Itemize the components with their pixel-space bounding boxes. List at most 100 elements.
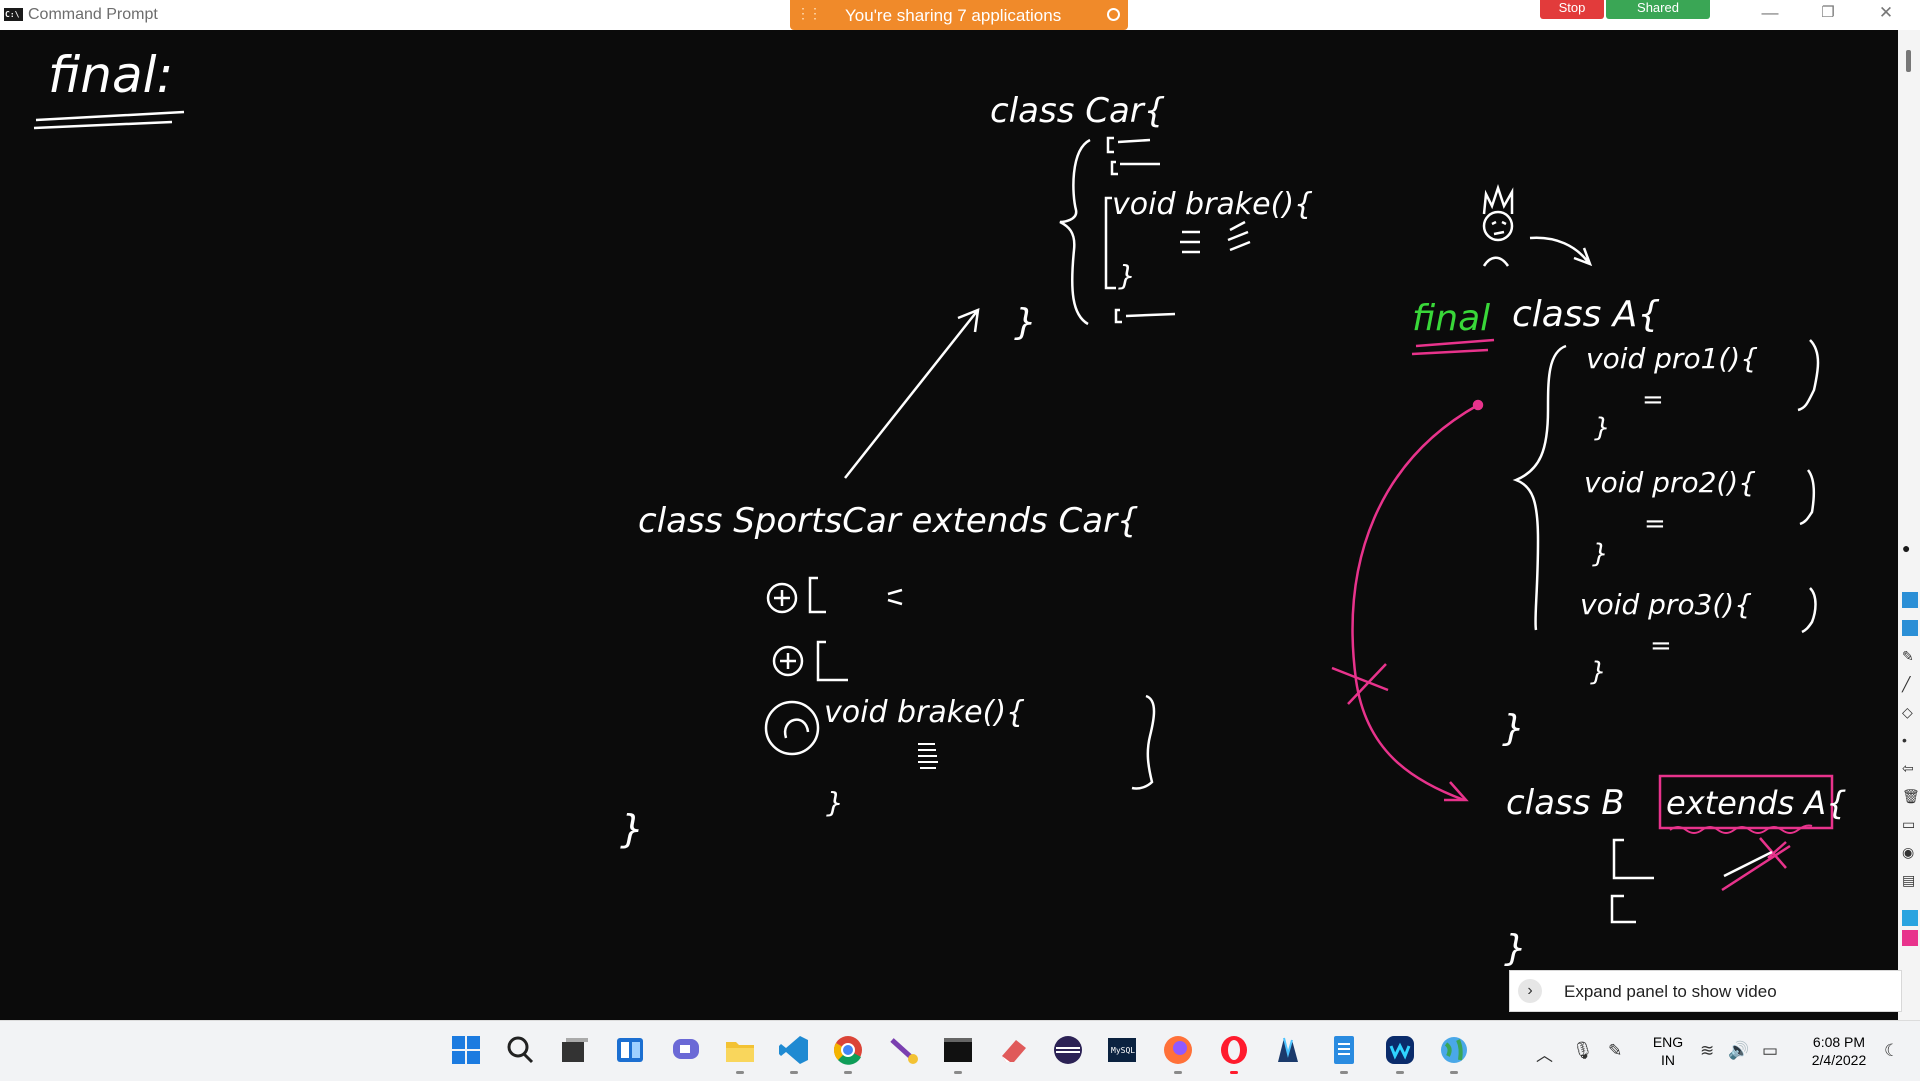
- color-pink-swatch[interactable]: [1902, 930, 1918, 946]
- clock-time: 6:08 PM: [1812, 1034, 1866, 1050]
- camera-icon[interactable]: ◉: [1902, 844, 1918, 860]
- override-arrow: [783, 718, 810, 739]
- title-bar: C:\ Command Prompt ⋮⋮ You're sharing 7 a…: [0, 0, 1920, 30]
- class-b-close: }: [1504, 928, 1527, 969]
- screen-icon[interactable]: ▭: [1902, 816, 1918, 832]
- car-method-body: [1180, 220, 1251, 254]
- trash-icon[interactable]: 🗑: [1902, 788, 1920, 804]
- vscode-icon[interactable]: [776, 1032, 812, 1074]
- sportscar-field-2: [816, 640, 848, 682]
- running-indicator: [1340, 1071, 1348, 1074]
- final-class-header: class A{: [1512, 294, 1660, 335]
- sharing-banner[interactable]: ⋮⋮ You're sharing 7 applications: [790, 0, 1128, 30]
- color-blue-swatch[interactable]: [1902, 910, 1918, 926]
- eraser-icon[interactable]: ◇: [1902, 704, 1918, 720]
- notepad-icon[interactable]: [1326, 1032, 1362, 1074]
- car-class-close: }: [1014, 302, 1037, 343]
- webex-icon[interactable]: [1382, 1032, 1418, 1074]
- app-icon[interactable]: [1270, 1032, 1306, 1068]
- terminal-icon[interactable]: [940, 1032, 976, 1074]
- eclipse-icon[interactable]: [1050, 1032, 1086, 1068]
- car-class-header: class Car{: [990, 91, 1165, 131]
- opera-icon[interactable]: [1216, 1032, 1252, 1074]
- eraser-app-icon[interactable]: [996, 1032, 1032, 1068]
- sharing-banner-text: You're sharing 7 applications: [845, 6, 1062, 25]
- expand-panel-label: Expand panel to show video: [1564, 982, 1777, 1001]
- language-region: IN: [1661, 1052, 1675, 1068]
- car-brace: [1059, 138, 1091, 326]
- do-not-disturb-icon[interactable]: ☾: [1884, 1041, 1899, 1061]
- final-method-2: void pro2(){: [1584, 466, 1756, 499]
- command-prompt-icon: C:\: [4, 8, 23, 21]
- final-class-brace: [1512, 344, 1567, 631]
- pen-icon[interactable]: ✎: [1902, 648, 1918, 664]
- final-method-1-end: }: [1594, 413, 1611, 443]
- language-indicator[interactable]: ENG IN: [1648, 1033, 1688, 1069]
- sportscar-method-end: }: [826, 786, 844, 819]
- file-explorer-icon[interactable]: [722, 1032, 758, 1074]
- widgets-icon[interactable]: [612, 1032, 648, 1068]
- pen-tray-icon[interactable]: ✎: [1608, 1041, 1622, 1061]
- sportscar-class-header: class SportsCar extends Car{: [638, 501, 1139, 541]
- sharing-status-icon[interactable]: [1107, 8, 1120, 21]
- mysql-icon[interactable]: MySQL: [1104, 1032, 1140, 1068]
- chrome-icon[interactable]: [830, 1032, 866, 1074]
- car-field-3: [1114, 308, 1176, 324]
- system-clock[interactable]: 6:08 PM 2/4/2022: [1800, 1033, 1878, 1069]
- stop-sharing-button[interactable]: Stop: [1540, 0, 1604, 19]
- running-indicator: [1450, 1071, 1458, 1074]
- no-inherit-cross: [1721, 837, 1791, 892]
- clock-date: 2/4/2022: [1811, 1052, 1867, 1068]
- running-indicator: [1230, 1071, 1238, 1074]
- running-indicator: [1396, 1071, 1404, 1074]
- running-indicator: [790, 1071, 798, 1074]
- wifi-icon[interactable]: ≋: [1700, 1041, 1714, 1061]
- minimize-icon[interactable]: —: [1750, 3, 1790, 25]
- firefox-icon[interactable]: [1160, 1032, 1196, 1074]
- window-title: Command Prompt: [28, 6, 158, 23]
- notes-icon[interactable]: ▤: [1902, 872, 1918, 888]
- car-method: void brake(){: [1112, 187, 1313, 222]
- shared-button[interactable]: Shared: [1606, 0, 1710, 19]
- class-b-fields: [1610, 838, 1654, 924]
- running-indicator: [1174, 1071, 1182, 1074]
- volume-icon[interactable]: 🔊: [1728, 1041, 1749, 1061]
- car-fields: [1106, 136, 1160, 176]
- car-method-close: }: [1118, 259, 1136, 292]
- sportscar-method: void brake(){: [824, 695, 1025, 730]
- undo-icon[interactable]: ⇦: [1902, 760, 1918, 776]
- taskbar: MySQL ︿ 🎙 ✎ ENG IN ≋ 🔊 ▭ 6:08 PM 2/4/202…: [0, 1020, 1920, 1081]
- final-method-2-body: =: [1644, 509, 1666, 539]
- inheritance-arrow: [844, 308, 980, 479]
- stick-figure-doodle: [1482, 184, 1593, 267]
- task-view-icon[interactable]: [556, 1032, 592, 1068]
- microphone-icon[interactable]: 🎙: [1572, 1041, 1594, 1061]
- scrollbar-thumb[interactable]: [1906, 50, 1911, 72]
- close-icon[interactable]: ✕: [1866, 3, 1906, 25]
- restore-icon[interactable]: ❐: [1808, 3, 1848, 25]
- whiteboard-canvas[interactable]: final: class Car{ void brake(){ } } clas…: [0, 30, 1898, 1020]
- battery-icon[interactable]: ▭: [1762, 1041, 1778, 1061]
- sportscar-method-close: [1131, 694, 1156, 790]
- final-method-brackets: [1797, 339, 1820, 634]
- final-method-1-body: =: [1642, 385, 1664, 415]
- running-indicator: [954, 1071, 962, 1074]
- blocked-inheritance-arrow: [1331, 399, 1484, 802]
- toolbar-handle-icon[interactable]: ●: [1902, 540, 1918, 556]
- dot-icon[interactable]: •: [1902, 732, 1918, 748]
- chevron-up-icon[interactable]: ︿: [1536, 1041, 1553, 1066]
- final-method-1: void pro1(){: [1586, 342, 1758, 375]
- globe-icon[interactable]: [1436, 1032, 1472, 1074]
- search-icon[interactable]: [502, 1032, 538, 1068]
- select-icon[interactable]: [1902, 620, 1918, 636]
- drag-grip-icon[interactable]: ⋮⋮: [796, 5, 822, 22]
- line-icon[interactable]: ╱: [1902, 676, 1918, 692]
- chat-icon[interactable]: [668, 1032, 704, 1068]
- start-icon[interactable]: [448, 1032, 484, 1068]
- expand-video-panel[interactable]: › Expand panel to show video: [1509, 970, 1902, 1012]
- chevron-right-icon[interactable]: ›: [1518, 979, 1542, 1003]
- spotlight-icon[interactable]: [1902, 592, 1918, 608]
- plus-sign-2: [780, 653, 796, 669]
- paint-brush-icon[interactable]: [886, 1032, 922, 1068]
- final-class-close: }: [1502, 708, 1525, 749]
